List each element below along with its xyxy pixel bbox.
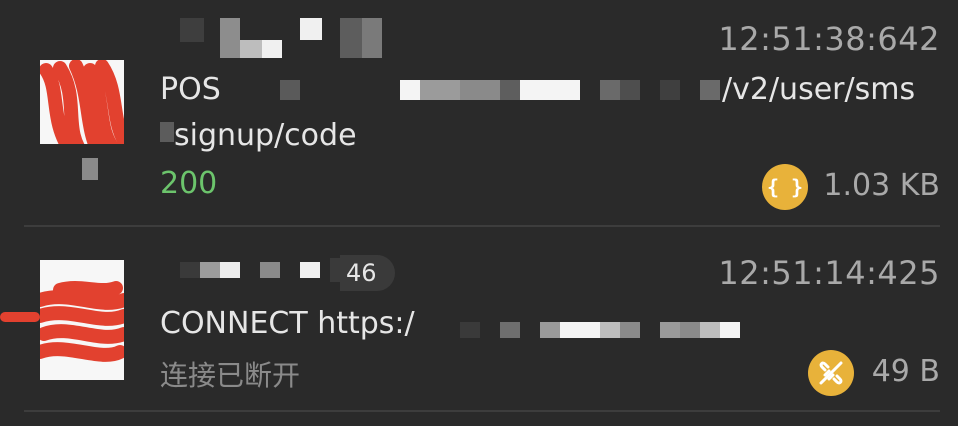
- redaction-block: [700, 80, 720, 100]
- redaction-block: [500, 80, 520, 100]
- redaction-block: [700, 322, 720, 338]
- redaction-cover: [236, 74, 262, 114]
- redaction-block: [720, 322, 740, 338]
- redaction-block: [262, 40, 282, 58]
- redaction-block: [540, 322, 560, 338]
- redaction-block: [180, 18, 204, 42]
- json-braces-icon: { }: [762, 164, 808, 210]
- redaction-block: [660, 80, 680, 100]
- request-url-line2: signup/code: [174, 118, 357, 153]
- response-size: 49 B: [871, 354, 940, 389]
- redaction-block: [200, 262, 220, 278]
- redaction-block: [160, 122, 174, 142]
- broken-link-icon: [808, 350, 854, 396]
- redaction-block: [220, 18, 240, 58]
- app-icon: [40, 260, 124, 380]
- redaction-block: [180, 262, 200, 278]
- request-method-url: CONNECT https:/: [160, 306, 415, 341]
- app-icon: [40, 60, 124, 144]
- redaction-block: [300, 262, 320, 278]
- redaction-block: [300, 18, 322, 40]
- redaction-block: [620, 80, 640, 100]
- redaction-block: [620, 322, 640, 338]
- redaction-block: [420, 80, 460, 100]
- redaction-block: [560, 322, 600, 338]
- redaction-block: [260, 262, 280, 278]
- redaction-block: [660, 322, 680, 338]
- redaction-block: [362, 18, 382, 58]
- redaction-block: [400, 80, 420, 100]
- redaction-block: [460, 80, 500, 100]
- response-size: 1.03 KB: [823, 168, 940, 203]
- redaction-block: [600, 322, 620, 338]
- redaction-block: [460, 322, 480, 338]
- request-time: 12:51:14:425: [718, 254, 940, 292]
- redaction-block: [500, 322, 520, 338]
- connection-status: 连接已断开: [160, 359, 301, 392]
- redaction-block: [330, 258, 340, 282]
- redaction-block: [82, 158, 98, 180]
- redaction-block: [220, 262, 240, 278]
- request-row[interactable]: 12:51:38:642 POS /v2/user/sms signup/cod…: [0, 0, 958, 226]
- redaction-block: [600, 80, 620, 100]
- redaction-block: [280, 80, 300, 100]
- row-divider: [24, 225, 940, 227]
- redaction-scribble: [0, 312, 40, 322]
- request-time: 12:51:38:642: [718, 20, 940, 58]
- redaction-block: [680, 322, 700, 338]
- connection-count-badge: 46: [340, 255, 395, 291]
- request-row[interactable]: 46 12:51:14:425 CONNECT https:/ 连接已断开 49…: [0, 228, 958, 412]
- row-divider: [24, 410, 940, 412]
- redaction-block: [240, 40, 262, 58]
- request-url-line1-end: /v2/user/sms: [722, 72, 916, 107]
- request-url-line1-start: POS: [160, 72, 221, 107]
- redaction-block: [340, 18, 362, 58]
- response-status-code: 200: [160, 166, 218, 201]
- redaction-block: [520, 80, 580, 100]
